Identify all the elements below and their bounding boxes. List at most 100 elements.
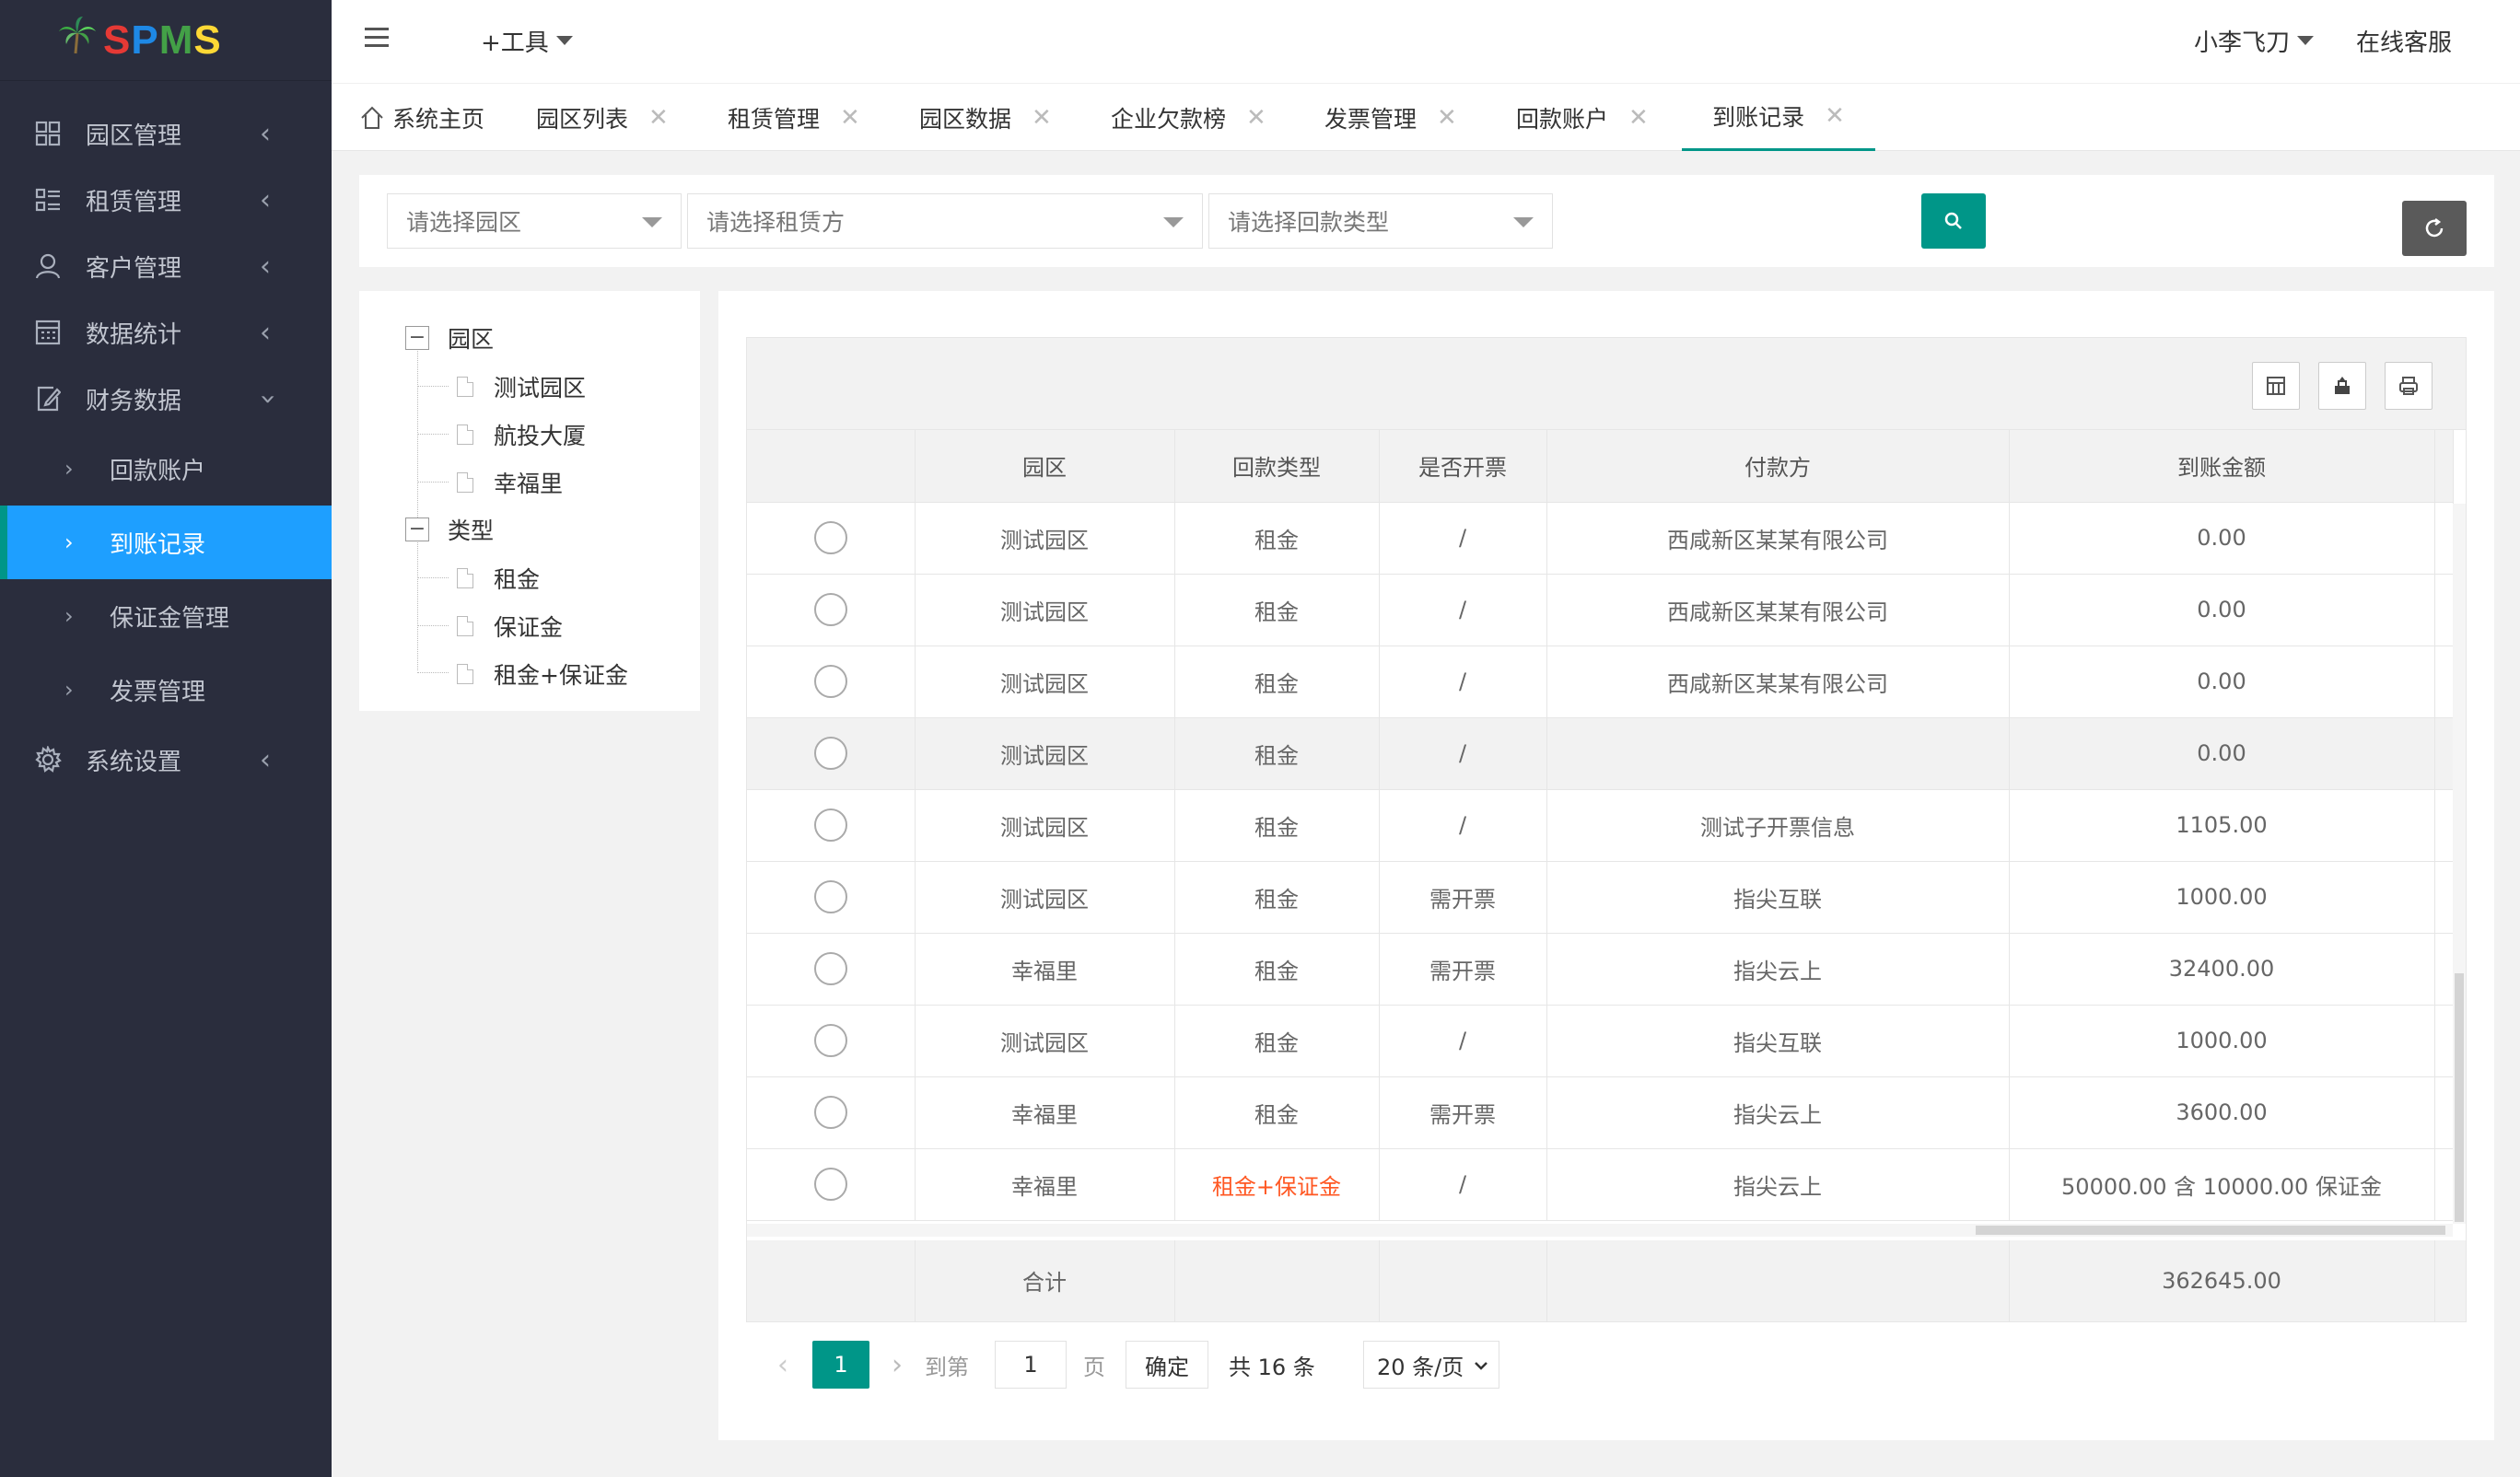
- cell-invoice: /: [1379, 1005, 1547, 1077]
- row-select-cell[interactable]: [747, 861, 916, 934]
- row-radio[interactable]: [813, 952, 847, 985]
- chevron-right-icon: ›: [64, 677, 74, 703]
- collapse-icon[interactable]: −: [405, 518, 429, 541]
- page-current[interactable]: 1: [812, 1341, 869, 1389]
- columns-filter-button[interactable]: [2252, 362, 2300, 410]
- payment-type-select[interactable]: 请选择回款类型: [1208, 193, 1553, 249]
- online-service-link[interactable]: 在线客服: [2356, 24, 2452, 58]
- prev-page-icon[interactable]: ‹: [764, 1341, 801, 1389]
- horizontal-scrollbar-thumb[interactable]: [1976, 1226, 2445, 1235]
- column-header-amount[interactable]: 到账金额: [2009, 430, 2435, 503]
- sidebar-item-stats[interactable]: 数据统计 ‹: [0, 299, 332, 366]
- table-row[interactable]: 测试园区 租金 / 指尖互联 1000.00: [747, 1005, 2454, 1077]
- sidebar-subitem-arrival-record[interactable]: › 到账记录: [0, 506, 332, 579]
- search-button[interactable]: [1921, 193, 1986, 249]
- export-button[interactable]: [2318, 362, 2366, 410]
- column-header-type[interactable]: 回款类型: [1174, 430, 1380, 503]
- tools-menu[interactable]: +工具: [481, 24, 573, 58]
- table-row[interactable]: 测试园区 租金 / 西咸新区某某有限公司 0.00: [747, 502, 2454, 575]
- row-select-cell[interactable]: [747, 574, 916, 646]
- tab-arrears-rank[interactable]: 企业欠款榜 ✕: [1111, 84, 1266, 151]
- header-spacer: [2434, 430, 2454, 503]
- gear-icon: [33, 745, 63, 774]
- close-icon[interactable]: ✕: [1825, 102, 1845, 130]
- sidebar-subitem-payment-account[interactable]: › 回款账户: [0, 432, 332, 506]
- tree-leaf[interactable]: 测试园区: [457, 370, 586, 403]
- cell-amount: 3600.00: [2009, 1076, 2435, 1149]
- tree-leaf[interactable]: 租金: [457, 562, 540, 595]
- sidebar-item-settings[interactable]: 系统设置 ‹: [0, 727, 332, 793]
- close-icon[interactable]: ✕: [1437, 104, 1457, 132]
- table-row[interactable]: 幸福里 租金 需开票 指尖云上 3600.00: [747, 1076, 2454, 1149]
- row-select-cell[interactable]: [747, 645, 916, 718]
- user-menu[interactable]: 小李飞刀: [2194, 24, 2315, 58]
- table-row[interactable]: 测试园区 租金 / 测试子开票信息 1105.00: [747, 789, 2454, 862]
- sidebar-item-park[interactable]: 园区管理 ‹: [0, 100, 332, 167]
- close-icon[interactable]: ✕: [1628, 104, 1649, 132]
- row-radio[interactable]: [813, 1024, 847, 1057]
- tree-leaf[interactable]: 航投大厦: [457, 418, 586, 451]
- confirm-button[interactable]: 确定: [1126, 1341, 1208, 1389]
- park-select[interactable]: 请选择园区: [387, 193, 682, 249]
- row-radio[interactable]: [813, 737, 847, 770]
- tree-leaf[interactable]: 幸福里: [457, 466, 563, 499]
- row-select-cell[interactable]: [747, 933, 916, 1006]
- refresh-button[interactable]: [2402, 201, 2467, 256]
- tab-arrival-record[interactable]: 到账记录 ✕: [1682, 84, 1875, 151]
- row-radio[interactable]: [813, 521, 847, 554]
- column-header-payer[interactable]: 付款方: [1546, 430, 2010, 503]
- row-radio[interactable]: [813, 808, 847, 842]
- row-radio[interactable]: [813, 880, 847, 913]
- tab-lease[interactable]: 租赁管理 ✕: [728, 84, 860, 151]
- row-select-cell[interactable]: [747, 717, 916, 790]
- tree-group-type[interactable]: − 类型: [405, 513, 494, 546]
- close-icon[interactable]: ✕: [648, 104, 669, 132]
- vertical-scrollbar-thumb[interactable]: [2455, 973, 2464, 1222]
- tree-leaf-label: 航投大厦: [494, 423, 587, 449]
- close-icon[interactable]: ✕: [1032, 104, 1052, 132]
- tab-invoice[interactable]: 发票管理 ✕: [1324, 84, 1457, 151]
- tab-park-list[interactable]: 园区列表 ✕: [536, 84, 669, 151]
- collapse-icon[interactable]: −: [405, 326, 429, 350]
- table-row[interactable]: 测试园区 租金 需开票 指尖互联 1000.00: [747, 861, 2454, 934]
- print-button[interactable]: [2385, 362, 2432, 410]
- column-header-park[interactable]: 园区: [915, 430, 1175, 503]
- close-icon[interactable]: ✕: [840, 104, 860, 132]
- page-size-select[interactable]: 20 条/页: [1363, 1341, 1499, 1389]
- vertical-scrollbar[interactable]: [2453, 504, 2466, 1224]
- close-icon[interactable]: ✕: [1246, 104, 1266, 132]
- tab-home[interactable]: 系统主页: [359, 84, 484, 151]
- next-page-icon[interactable]: ›: [879, 1341, 916, 1389]
- tree-leaf[interactable]: 保证金: [457, 610, 563, 643]
- column-header-invoice[interactable]: 是否开票: [1379, 430, 1547, 503]
- tree-leaf-label: 租金: [494, 566, 541, 593]
- sidebar-subitem-deposit[interactable]: › 保证金管理: [0, 579, 332, 653]
- row-select-cell[interactable]: [747, 1005, 916, 1077]
- table-row[interactable]: 幸福里 租金+保证金 / 指尖云上 50000.00 含 10000.00 保证…: [747, 1148, 2454, 1221]
- sidebar-item-customer[interactable]: 客户管理 ‹: [0, 233, 332, 299]
- page-jump-input[interactable]: 1: [995, 1341, 1067, 1389]
- sidebar-item-finance[interactable]: 财务数据 ‹: [0, 366, 332, 432]
- tree-leaf[interactable]: 租金+保证金: [457, 657, 628, 691]
- row-radio[interactable]: [813, 1096, 847, 1129]
- row-radio[interactable]: [813, 593, 847, 626]
- sidebar-subitem-invoice[interactable]: › 发票管理: [0, 653, 332, 727]
- tab-park-data[interactable]: 园区数据 ✕: [919, 84, 1052, 151]
- lessee-select[interactable]: 请选择租赁方: [687, 193, 1203, 249]
- row-select-cell[interactable]: [747, 1148, 916, 1221]
- file-icon: [457, 424, 473, 445]
- row-select-cell[interactable]: [747, 1076, 916, 1149]
- table-row[interactable]: 幸福里 租金 需开票 指尖云上 32400.00: [747, 933, 2454, 1006]
- sidebar-item-lease[interactable]: 租赁管理 ‹: [0, 167, 332, 233]
- table-row[interactable]: 测试园区 租金 / 西咸新区某某有限公司 0.00: [747, 645, 2454, 718]
- row-radio[interactable]: [813, 1168, 847, 1201]
- horizontal-scrollbar[interactable]: [747, 1224, 2453, 1237]
- table-row[interactable]: 测试园区 租金 / 0.00: [747, 717, 2454, 790]
- menu-toggle-icon[interactable]: [365, 28, 392, 52]
- tab-payment-account[interactable]: 回款账户 ✕: [1516, 84, 1649, 151]
- table-row[interactable]: 测试园区 租金 / 西咸新区某某有限公司 0.00: [747, 574, 2454, 646]
- row-select-cell[interactable]: [747, 502, 916, 575]
- row-radio[interactable]: [813, 665, 847, 698]
- row-select-cell[interactable]: [747, 789, 916, 862]
- tree-group-park[interactable]: − 园区: [405, 321, 494, 355]
